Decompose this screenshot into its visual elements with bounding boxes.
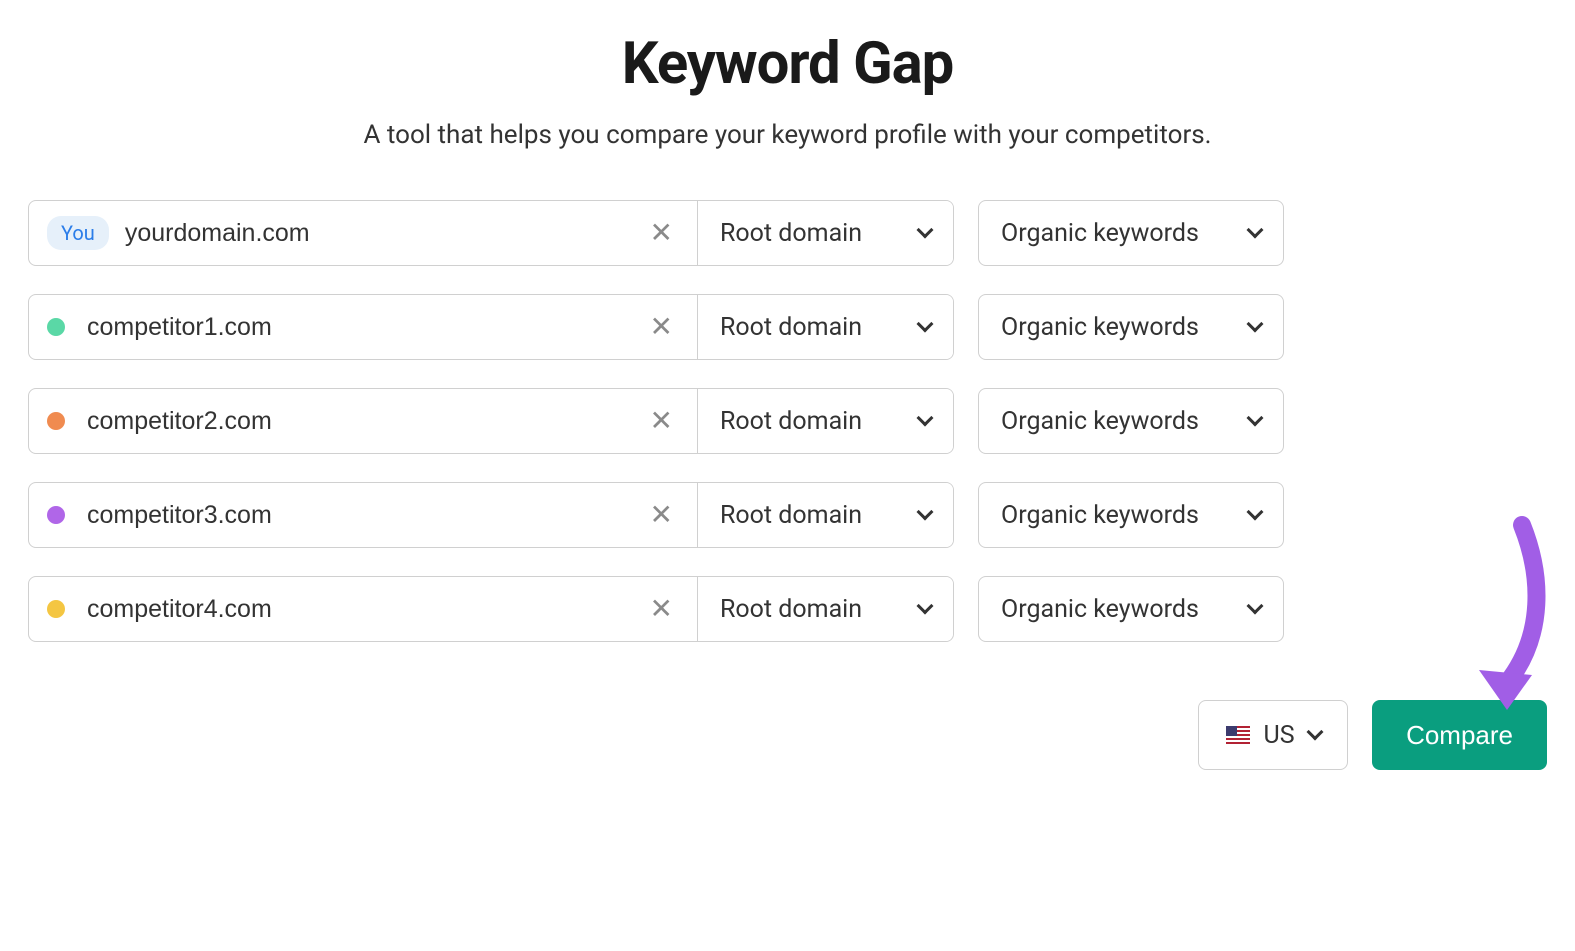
- clear-icon[interactable]: ✕: [644, 501, 679, 529]
- us-flag-icon: [1226, 726, 1250, 744]
- competitor-dot-icon: [47, 412, 65, 430]
- scope-label: Root domain: [720, 313, 862, 342]
- chevron-down-icon: [1247, 598, 1264, 615]
- keyword-type-select[interactable]: Organic keywords: [978, 200, 1284, 266]
- domain-input-group: ✕ Root domain: [28, 576, 954, 642]
- scope-select[interactable]: Root domain: [698, 577, 953, 641]
- you-badge: You: [47, 216, 109, 250]
- domain-row: ✕ Root domain Organic keywords: [28, 576, 1547, 642]
- competitor-dot-icon: [47, 506, 65, 524]
- domain-row: ✕ Root domain Organic keywords: [28, 294, 1547, 360]
- competitor-domain-input[interactable]: [87, 595, 644, 624]
- chevron-down-icon: [917, 504, 934, 521]
- domain-rows: You ✕ Root domain Organic keywords ✕ Roo…: [28, 200, 1547, 642]
- scope-label: Root domain: [720, 595, 862, 624]
- your-domain-input[interactable]: [125, 219, 644, 248]
- page-subtitle: A tool that helps you compare your keywo…: [28, 120, 1547, 150]
- country-select[interactable]: US: [1198, 700, 1348, 770]
- scope-select[interactable]: Root domain: [698, 483, 953, 547]
- keyword-type-select[interactable]: Organic keywords: [978, 576, 1284, 642]
- keyword-type-select[interactable]: Organic keywords: [978, 482, 1284, 548]
- competitor-domain-input[interactable]: [87, 407, 644, 436]
- competitor-dot-icon: [47, 318, 65, 336]
- domain-input-wrapper[interactable]: ✕: [29, 295, 698, 359]
- scope-select[interactable]: Root domain: [698, 201, 953, 265]
- keyword-type-label: Organic keywords: [1001, 407, 1199, 436]
- keyword-type-label: Organic keywords: [1001, 313, 1199, 342]
- chevron-down-icon: [1247, 316, 1264, 333]
- competitor-dot-icon: [47, 600, 65, 618]
- domain-input-group: ✕ Root domain: [28, 294, 954, 360]
- keyword-type-label: Organic keywords: [1001, 595, 1199, 624]
- chevron-down-icon: [917, 410, 934, 427]
- chevron-down-icon: [1306, 724, 1323, 741]
- domain-input-group: ✕ Root domain: [28, 388, 954, 454]
- domain-input-wrapper[interactable]: ✕: [29, 577, 698, 641]
- domain-input-wrapper[interactable]: ✕: [29, 483, 698, 547]
- clear-icon[interactable]: ✕: [644, 595, 679, 623]
- chevron-down-icon: [1247, 410, 1264, 427]
- chevron-down-icon: [917, 598, 934, 615]
- page-title: Keyword Gap: [28, 30, 1547, 98]
- domain-row: You ✕ Root domain Organic keywords: [28, 200, 1547, 266]
- clear-icon[interactable]: ✕: [644, 313, 679, 341]
- scope-select[interactable]: Root domain: [698, 389, 953, 453]
- keyword-type-label: Organic keywords: [1001, 501, 1199, 530]
- clear-icon[interactable]: ✕: [644, 407, 679, 435]
- scope-label: Root domain: [720, 407, 862, 436]
- domain-input-group: You ✕ Root domain: [28, 200, 954, 266]
- page-header: Keyword Gap A tool that helps you compar…: [28, 30, 1547, 150]
- competitor-domain-input[interactable]: [87, 313, 644, 342]
- keyword-type-label: Organic keywords: [1001, 219, 1199, 248]
- scope-select[interactable]: Root domain: [698, 295, 953, 359]
- scope-label: Root domain: [720, 219, 862, 248]
- footer-controls: US Compare: [28, 700, 1547, 770]
- keyword-type-select[interactable]: Organic keywords: [978, 294, 1284, 360]
- chevron-down-icon: [1247, 504, 1264, 521]
- domain-input-wrapper[interactable]: ✕: [29, 389, 698, 453]
- country-label: US: [1264, 721, 1295, 750]
- keyword-type-select[interactable]: Organic keywords: [978, 388, 1284, 454]
- competitor-domain-input[interactable]: [87, 501, 644, 530]
- clear-icon[interactable]: ✕: [644, 219, 679, 247]
- chevron-down-icon: [917, 222, 934, 239]
- chevron-down-icon: [917, 316, 934, 333]
- scope-label: Root domain: [720, 501, 862, 530]
- domain-input-group: ✕ Root domain: [28, 482, 954, 548]
- domain-row: ✕ Root domain Organic keywords: [28, 482, 1547, 548]
- domain-input-wrapper[interactable]: You ✕: [29, 201, 698, 265]
- compare-button[interactable]: Compare: [1372, 700, 1547, 770]
- chevron-down-icon: [1247, 222, 1264, 239]
- domain-row: ✕ Root domain Organic keywords: [28, 388, 1547, 454]
